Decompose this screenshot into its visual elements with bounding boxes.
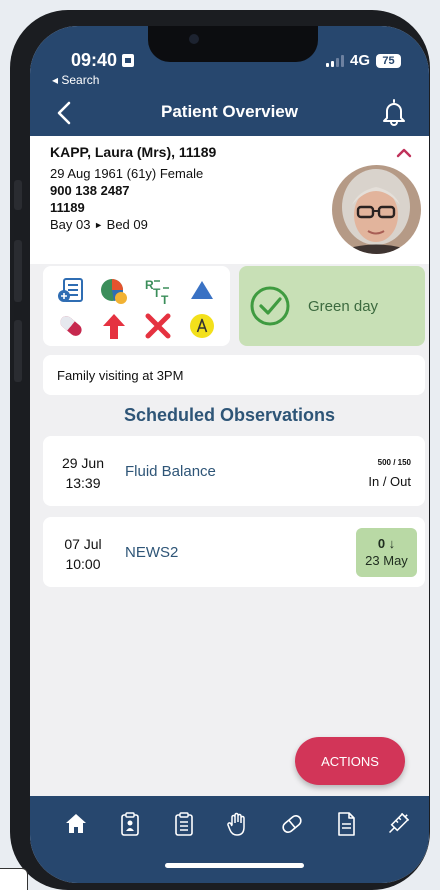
notch xyxy=(148,26,318,62)
clinical-alerts-panel[interactable]: R T T xyxy=(43,266,230,346)
patient-note[interactable]: Family visiting at 3PM xyxy=(43,355,425,395)
news2-score: 0 ↓ xyxy=(377,536,396,551)
capsule-icon xyxy=(60,316,82,336)
app-screen: 09:40 ◂ Search 4G 75 Patient Overview KA… xyxy=(30,26,429,883)
scheduled-observations-heading: Scheduled Observations xyxy=(123,405,336,425)
news2-score-date: 23 May xyxy=(365,553,408,568)
red-up-arrow-icon xyxy=(103,314,125,339)
bay-arrow: ► xyxy=(94,220,104,230)
bottom-tab-bar xyxy=(30,796,429,883)
patient-location: Bay 03 ► Bed 09 xyxy=(50,217,148,232)
fluid-values: 500 / 150 xyxy=(377,458,411,467)
observation-row[interactable]: 29 Jun 13:39 Fluid Balance 500 / 150 In … xyxy=(43,436,425,506)
observation-date: 07 Jul xyxy=(64,536,102,552)
observation-time: 10:00 xyxy=(65,556,101,572)
clinical-chart-icon xyxy=(58,278,83,302)
observation-datetime: 29 Jun 13:39 xyxy=(43,453,123,493)
patient-name: KAPP, Laura (Mrs), 11189 xyxy=(50,144,217,160)
observation-name: NEWS2 xyxy=(125,544,179,561)
phone-frame: 09:40 ◂ Search 4G 75 Patient Overview KA… xyxy=(10,10,430,890)
mute-switch xyxy=(14,180,22,210)
chevron-up-icon[interactable] xyxy=(395,146,413,160)
fluid-values-label: In / Out xyxy=(368,474,411,489)
pie-chart-icon xyxy=(101,279,127,304)
hand-icon[interactable] xyxy=(225,810,251,838)
battery-icon: 75 xyxy=(376,53,401,68)
observation-row[interactable]: 07 Jul 10:00 NEWS2 0 ↓ 23 May xyxy=(43,517,425,587)
news2-score-badge: 0 ↓ 23 May xyxy=(356,528,417,577)
home-indicator xyxy=(165,863,304,868)
green-day-status[interactable]: Green day xyxy=(239,266,425,346)
home-icon[interactable] xyxy=(63,810,89,838)
clipboard-person-icon[interactable] xyxy=(117,810,143,838)
signal-icon xyxy=(325,54,344,67)
observation-date: 29 Jun xyxy=(61,455,105,471)
patient-nhs-number: 900 138 2487 xyxy=(50,183,130,198)
clipboard-list-icon[interactable] xyxy=(171,810,197,838)
corner-frame xyxy=(0,868,28,890)
bed-label: Bed 09 xyxy=(106,217,148,232)
status-indicators: 4G 75 xyxy=(325,52,401,69)
yellow-a-badge-icon xyxy=(190,314,214,338)
actions-button[interactable]: ACTIONS xyxy=(295,737,405,785)
id-card-icon xyxy=(122,54,135,67)
network-label: 4G xyxy=(349,52,370,69)
back-to-search-link[interactable]: ◂ Search xyxy=(52,73,99,87)
green-day-label: Green day xyxy=(308,298,379,315)
bay-label: Bay 03 xyxy=(50,217,91,232)
bell-icon[interactable] xyxy=(379,96,409,128)
patient-dob: 29 Aug 1961 (61y) Female xyxy=(50,166,204,181)
pill-icon[interactable] xyxy=(279,810,305,838)
note-text: Family visiting at 3PM xyxy=(57,368,184,383)
blue-triangle-icon xyxy=(191,281,213,299)
observation-time: 13:39 xyxy=(65,475,101,491)
observation-name: Fluid Balance xyxy=(125,463,216,480)
volume-down-button xyxy=(14,320,22,382)
document-icon[interactable] xyxy=(333,810,359,838)
rtt-icon: R T T xyxy=(145,278,169,306)
svg-text:T: T xyxy=(161,293,169,306)
volume-up-button xyxy=(14,240,22,302)
patient-avatar xyxy=(332,165,421,254)
patient-hospital-number: 11189 xyxy=(50,200,85,215)
check-circle-icon xyxy=(250,286,290,326)
patient-banner[interactable]: KAPP, Laura (Mrs), 11189 29 Aug 1961 (61… xyxy=(30,136,429,264)
syringe-icon[interactable] xyxy=(385,810,411,838)
svg-text:T: T xyxy=(153,286,161,300)
status-time: 09:40 xyxy=(71,50,135,71)
red-cross-icon xyxy=(145,313,171,339)
page-title: Patient Overview xyxy=(160,102,298,121)
observation-datetime: 07 Jul 10:00 xyxy=(43,534,123,574)
